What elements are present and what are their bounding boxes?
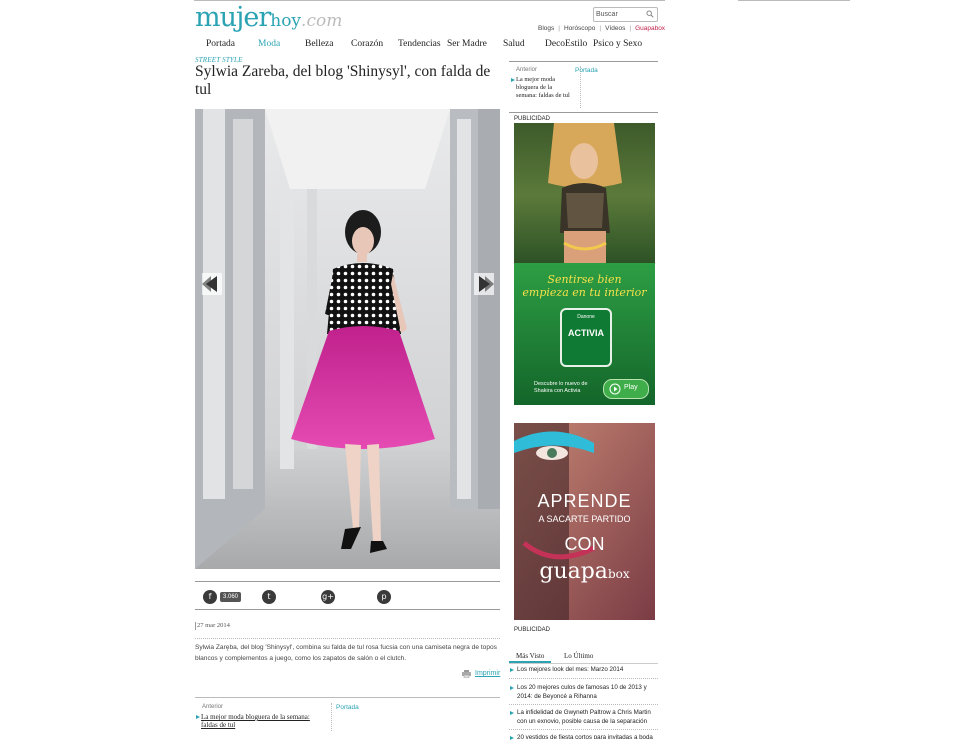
prev-label-top: Anterior bbox=[516, 67, 538, 73]
facebook-icon[interactable]: f bbox=[203, 590, 217, 604]
separator: | bbox=[629, 25, 632, 32]
dotted-divider bbox=[195, 638, 500, 639]
ad-cta-line-1: Descubre lo nuevo de bbox=[534, 381, 588, 387]
dotted-divider bbox=[509, 678, 658, 679]
guapabox-ad[interactable]: APRENDE A SACARTE PARTIDO CON guapabox bbox=[514, 423, 655, 620]
ad-cta-line-2: Shakira con Activia bbox=[534, 388, 581, 394]
print-link[interactable]: Imprimir bbox=[475, 670, 500, 677]
videos-link[interactable]: Vídeos bbox=[605, 25, 625, 32]
ad-tagline-2: empieza en tu interior bbox=[522, 286, 647, 299]
nav-moda[interactable]: Moda bbox=[258, 39, 280, 49]
ad-tagline-1: Sentirse bien bbox=[547, 273, 622, 286]
right-rule bbox=[509, 112, 658, 113]
dotted-divider bbox=[509, 704, 658, 705]
horoscopo-link[interactable]: Horóscopo bbox=[564, 25, 595, 32]
pinterest-icon[interactable]: p bbox=[377, 590, 391, 604]
arrow-bullet-icon bbox=[196, 715, 200, 719]
top-links: Blogs | Horóscopo | Vídeos | Guapabox bbox=[537, 25, 666, 32]
twitter-icon[interactable]: t bbox=[262, 590, 276, 604]
activia-pack: Danone ACTIVIA bbox=[560, 308, 612, 367]
most-viewed-item[interactable]: 20 vestidos de fiesta cortos para invita… bbox=[517, 734, 657, 739]
nav-tendencias[interactable]: Tendencias bbox=[398, 39, 441, 49]
prev-article-link-top[interactable]: La mejor moda bloguera de la semana: fal… bbox=[516, 76, 574, 100]
arrow-bullet-icon bbox=[511, 78, 515, 82]
search-icon[interactable] bbox=[646, 10, 654, 18]
top-border-right bbox=[738, 0, 850, 1]
play-label: Play bbox=[624, 384, 638, 391]
right-top-rule bbox=[509, 61, 658, 62]
arrow-bullet-icon bbox=[510, 668, 514, 672]
nav-decoestilo[interactable]: DecoEstilo bbox=[545, 39, 587, 49]
portada-link-top[interactable]: Portada bbox=[575, 67, 598, 74]
ad2-line-2: A SACARTE PARTIDO bbox=[538, 514, 631, 524]
guapabox-link[interactable]: Guapabox bbox=[635, 25, 665, 32]
blogs-link[interactable]: Blogs bbox=[538, 25, 554, 32]
gallery-photo bbox=[195, 109, 500, 569]
guapabox-ad-text: APRENDE A SACARTE PARTIDO CON guapabox bbox=[514, 491, 655, 584]
nav-psico-y-sexo[interactable]: Psico y Sexo bbox=[593, 39, 642, 49]
publicidad-label-2: PUBLICIDAD bbox=[514, 627, 551, 633]
search-box[interactable] bbox=[593, 7, 658, 22]
google-plus-icon[interactable]: g+ bbox=[321, 590, 335, 604]
most-viewed-item[interactable]: La infidelidad de Gwyneth Paltrow a Chri… bbox=[517, 709, 657, 726]
separator: | bbox=[558, 25, 560, 32]
ad-tagline: Sentirse bien empieza en tu interior bbox=[514, 273, 655, 299]
share-count: 3.060 bbox=[220, 592, 242, 602]
photo-gallery[interactable] bbox=[195, 109, 500, 569]
dotted-divider bbox=[509, 729, 658, 730]
prev-label: Anterior bbox=[202, 704, 224, 710]
logo-com: .com bbox=[301, 11, 343, 31]
prev-rule bbox=[195, 697, 500, 698]
ad2-line-1: APRENDE bbox=[537, 491, 632, 511]
most-viewed-item[interactable]: Los mejores look del mes: Marzo 2014 bbox=[517, 666, 657, 675]
nav-salud[interactable]: Salud bbox=[503, 39, 525, 49]
ad2-brand-2: box bbox=[607, 567, 630, 581]
ad2-line-3: CON bbox=[564, 534, 605, 554]
prev-article-link[interactable]: La mejor moda bloguera de la semana: fal… bbox=[201, 713, 325, 729]
site-logo[interactable]: mujerhoy.com bbox=[195, 2, 342, 34]
ad2-brand-1: guapa bbox=[539, 559, 608, 584]
nav-corazon[interactable]: Corazón bbox=[351, 39, 383, 49]
tabs-rule bbox=[509, 663, 658, 664]
logo-hoy: hoy bbox=[270, 11, 302, 31]
nav-belleza[interactable]: Belleza bbox=[305, 39, 333, 49]
share-top-rule bbox=[195, 581, 500, 582]
tab-lo-ultimo[interactable]: Lo Último bbox=[564, 652, 593, 660]
top-border bbox=[194, 0, 665, 1]
play-icon bbox=[609, 383, 621, 395]
article-body: Sylwia Zaręba, del blog 'Shinysyl', comb… bbox=[195, 644, 497, 662]
activia-label: ACTIVIA bbox=[568, 328, 604, 338]
activia-ad[interactable]: Sentirse bien empieza en tu interior Dan… bbox=[514, 123, 655, 405]
arrow-bullet-icon bbox=[510, 736, 514, 740]
tab-mas-visto[interactable]: Más Visto bbox=[516, 652, 544, 660]
date-bar bbox=[195, 622, 196, 630]
gallery-prev-arrow[interactable] bbox=[202, 273, 222, 295]
separator: | bbox=[599, 25, 602, 32]
article-title: Sylwia Zareba, del blog 'Shinysyl', con … bbox=[195, 63, 491, 98]
danone-label: Danone bbox=[577, 314, 595, 320]
nav-portada[interactable]: Portada bbox=[206, 39, 235, 49]
ad-cta-text: Descubre lo nuevo de Shakira con Activia bbox=[534, 381, 588, 395]
nav-ser-madre[interactable]: Ser Madre bbox=[447, 39, 487, 49]
print-icon[interactable] bbox=[462, 670, 471, 678]
most-viewed-item[interactable]: Los 20 mejores culos de famosas 10 de 20… bbox=[517, 684, 657, 701]
arrow-bullet-icon bbox=[510, 686, 514, 690]
play-button[interactable]: Play bbox=[603, 379, 649, 399]
dotted-separator bbox=[331, 703, 332, 731]
arrow-bullet-icon bbox=[510, 711, 514, 715]
search-input[interactable] bbox=[596, 9, 644, 19]
publicidad-label: PUBLICIDAD bbox=[514, 116, 551, 122]
logo-mujer: mujer bbox=[195, 2, 271, 33]
share-bottom-rule bbox=[195, 609, 500, 610]
article-date: 27 mar 2014 bbox=[197, 622, 230, 629]
gallery-next-arrow[interactable] bbox=[474, 273, 494, 295]
portada-link[interactable]: Portada bbox=[336, 704, 359, 711]
